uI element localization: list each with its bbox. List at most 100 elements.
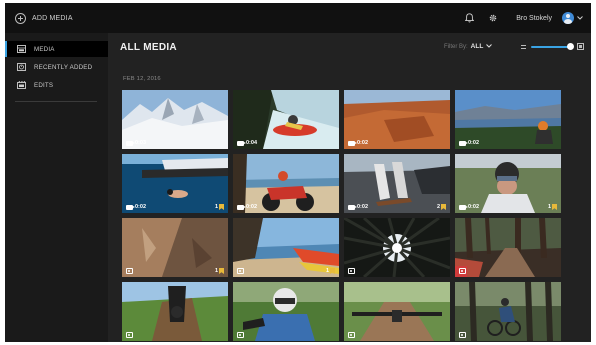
media-tile[interactable]: 0:02 (344, 90, 450, 149)
account-chevron-down-icon[interactable] (577, 15, 583, 22)
media-tile[interactable] (122, 282, 228, 341)
camera-icon (126, 332, 133, 338)
video-duration: 0:04 (246, 140, 258, 146)
video-camera-icon (348, 204, 357, 210)
slider-handle[interactable] (567, 43, 574, 50)
user-name[interactable]: Bro Stokely (516, 15, 552, 22)
highlight-count: 1 (214, 204, 218, 210)
photo-badge (126, 268, 133, 274)
top-bar: ADD MEDIA Bro Stokely (5, 3, 591, 33)
media-tile[interactable] (455, 218, 561, 277)
video-duration: 0:02 (246, 204, 258, 210)
highlight-tag: 1 (215, 268, 224, 274)
video-duration: 0:02 (468, 140, 480, 146)
photo-badge (348, 268, 355, 274)
video-camera-icon (237, 140, 246, 146)
camera-icon (348, 332, 355, 338)
sidebar-item-label: RECENTLY ADDED (34, 63, 93, 71)
media-tile[interactable] (455, 282, 561, 341)
video-duration: 0:02 (468, 204, 480, 210)
highlight-count: 2 (436, 204, 440, 210)
small-grid-icon[interactable] (521, 45, 526, 49)
large-grid-icon[interactable] (577, 43, 584, 50)
highlight-count: 1 (325, 268, 329, 274)
media-tile[interactable]: 0:02 1 (122, 154, 228, 213)
user-avatar-icon[interactable] (562, 12, 574, 24)
add-media-button[interactable]: ADD MEDIA (15, 10, 73, 26)
media-grid: 0:03 0:04 0:02 0:02 0:02 1 0:02 0:02 2 0… (122, 90, 562, 341)
media-tile[interactable]: 1 (233, 218, 339, 277)
media-tile[interactable]: 0:02 (455, 90, 561, 149)
recently-added-icon (17, 63, 26, 72)
photo-badge (126, 332, 133, 338)
sidebar-item-edits[interactable]: EDITS (5, 77, 108, 93)
rock-cliff-thumbnail (122, 218, 228, 277)
media-icon (17, 45, 26, 54)
camera-icon (126, 268, 133, 274)
video-badge: 0:02 (459, 204, 479, 210)
photo-badge (237, 332, 244, 338)
video-badge: 0:02 (348, 140, 368, 146)
photo-badge (459, 268, 466, 274)
video-duration: 0:02 (135, 204, 147, 210)
media-tile[interactable]: 0:04 (233, 90, 339, 149)
highlight-tag: 1 (548, 204, 557, 210)
video-badge: 0:02 (459, 140, 479, 146)
mtb-forest-downhill-thumbnail (122, 282, 228, 341)
add-media-label: ADD MEDIA (32, 14, 73, 22)
video-badge: 0:02 (348, 204, 368, 210)
camera-icon (459, 268, 466, 274)
mtb-jump-woods-thumbnail (455, 282, 561, 341)
main-content: ALL MEDIA Filter By: ALL FEB 12, 2016 0:… (108, 33, 591, 342)
video-camera-icon (126, 140, 135, 146)
media-tile[interactable]: 0:03 (122, 90, 228, 149)
filter-label: Filter By: (444, 43, 468, 50)
media-tile[interactable]: 0:02 1 (455, 154, 561, 213)
top-right-controls: Bro Stokely (462, 10, 583, 26)
camera-icon (237, 268, 244, 274)
sidebar-item-recently-added[interactable]: RECENTLY ADDED (5, 59, 108, 75)
app-window: ADD MEDIA Bro Stokely MEDIA RECENTLY ADD… (5, 3, 591, 342)
media-tile[interactable]: 1 (122, 218, 228, 277)
mtb-rider-helmet-thumbnail (233, 282, 339, 341)
video-badge: 0:02 (126, 204, 146, 210)
highlight-tag-icon (552, 204, 557, 210)
highlight-tag: 1 (215, 204, 224, 210)
video-duration: 0:03 (135, 140, 147, 146)
video-camera-icon (126, 204, 135, 210)
highlight-tag: 2 (437, 204, 446, 210)
video-duration: 0:02 (357, 204, 369, 210)
date-group-label: FEB 12, 2016 (123, 76, 161, 82)
video-badge: 0:04 (237, 140, 257, 146)
video-duration: 0:02 (357, 140, 369, 146)
media-tile[interactable]: 0:02 2 (344, 154, 450, 213)
filter-value: ALL (470, 43, 484, 50)
media-tile[interactable] (344, 218, 450, 277)
sidebar-item-label: MEDIA (34, 45, 55, 53)
slider-track[interactable] (531, 46, 571, 48)
highlight-count: 1 (547, 204, 551, 210)
filter-chevron-down-icon (486, 43, 493, 50)
camera-icon (348, 268, 355, 274)
highlight-tag-icon (219, 204, 224, 210)
sidebar-item-media[interactable]: MEDIA (5, 41, 108, 57)
forest-trail-red-thumbnail (455, 218, 561, 277)
sidebar: MEDIA RECENTLY ADDED EDITS (5, 33, 108, 342)
page-title: ALL MEDIA (120, 42, 177, 53)
bell-icon[interactable] (462, 11, 476, 25)
video-camera-icon (237, 204, 246, 210)
thumbnail-size-slider[interactable] (521, 42, 584, 52)
highlight-tag-icon (441, 204, 446, 210)
kitesurf-beach-thumbnail (233, 218, 339, 277)
forest-canopy-thumbnail (344, 218, 450, 277)
edits-icon (17, 81, 26, 90)
gear-icon[interactable] (486, 11, 500, 25)
camera-icon (459, 332, 466, 338)
photo-badge (348, 332, 355, 338)
media-tile[interactable]: 0:02 (233, 154, 339, 213)
media-tile[interactable] (344, 282, 450, 341)
highlight-tag: 1 (326, 268, 335, 274)
media-tile[interactable] (233, 282, 339, 341)
filter-dropdown[interactable]: Filter By: ALL (444, 43, 493, 50)
video-camera-icon (459, 204, 468, 210)
